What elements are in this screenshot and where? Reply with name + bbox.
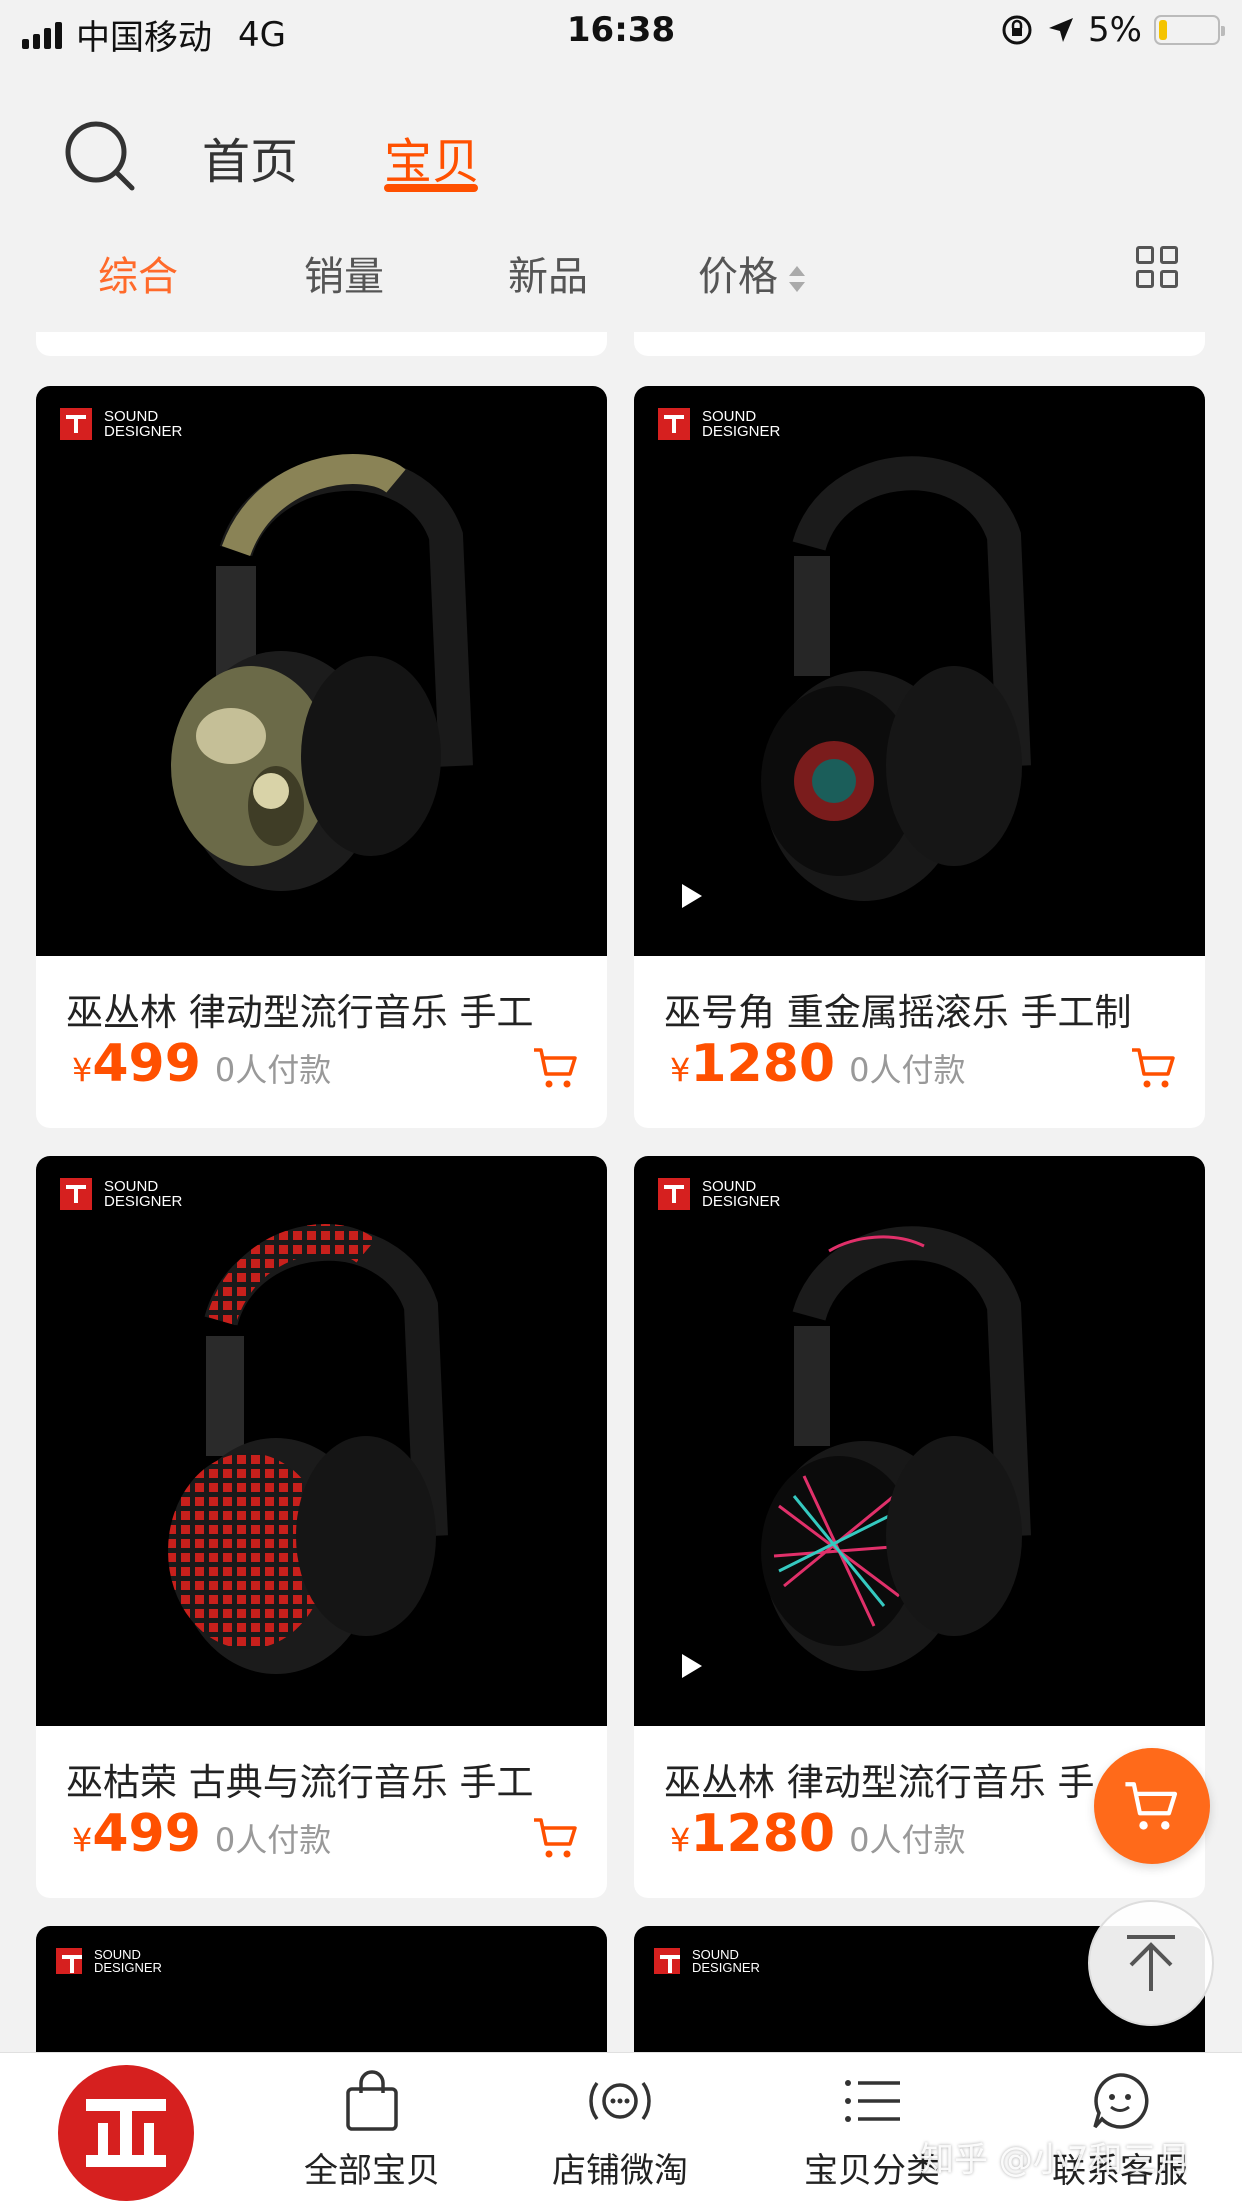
sort-price-label: 价格: [698, 254, 778, 300]
headphones-plaid-image: [168, 1224, 448, 1674]
status-bar: 中国移动 4G 16:38 5%: [0, 0, 1242, 62]
product-image[interactable]: SOUND DESIGNER: [36, 386, 607, 956]
floating-cart-button[interactable]: [1094, 1748, 1210, 1864]
chat-face-icon: [1093, 2073, 1149, 2129]
watermark: 知乎 @小7和三月: [920, 2140, 1191, 2180]
product-card[interactable]: SOUND DESIGNER 巫丛林 律动型流行音乐 手工 ¥499 0人付款: [36, 386, 607, 1128]
status-right: 5%: [1000, 10, 1225, 50]
tab-weitao[interactable]: 店铺微淘: [540, 2069, 700, 2192]
tab-items[interactable]: 宝贝: [384, 122, 480, 192]
product-price: ¥1280 0人付款: [670, 1804, 966, 1864]
product-image[interactable]: SOUND DESIGNER: [36, 1156, 607, 1726]
video-play-icon[interactable]: [682, 884, 702, 908]
location-icon: [1049, 18, 1074, 42]
tab-weitao-label: 店铺微淘: [552, 2151, 688, 2191]
tab-home[interactable]: 首页: [202, 122, 298, 192]
sort-comprehensive[interactable]: 综合: [98, 244, 178, 302]
product-image[interactable]: SOUND DESIGNER: [634, 386, 1205, 956]
paid-count: 0人付款: [849, 1821, 966, 1859]
add-to-cart-icon[interactable]: [532, 1044, 580, 1092]
brand-logo: SOUND DESIGNER: [60, 1178, 182, 1210]
product-price: ¥1280 0人付款: [670, 1034, 966, 1094]
add-to-cart-icon[interactable]: [1130, 1044, 1178, 1092]
paid-count: 0人付款: [214, 1051, 332, 1089]
brand-logo: SOUND DESIGNER: [56, 1948, 162, 1974]
store-logo[interactable]: [58, 2065, 194, 2201]
list-icon: [845, 2080, 900, 2122]
sort-sales[interactable]: 销量: [304, 244, 384, 302]
back-to-top-button[interactable]: [1088, 1900, 1214, 2026]
tab-all-items[interactable]: 全部宝贝: [292, 2069, 452, 2192]
previous-card-stub: [634, 332, 1205, 356]
add-to-cart-icon[interactable]: [532, 1814, 580, 1862]
product-card[interactable]: SOUND DESIGNER 巫枯荣 古典与流行音乐 手工 ¥499 0人付款: [36, 1156, 607, 1898]
grid-view-icon[interactable]: [1136, 246, 1180, 290]
headphones-neon-image: [761, 1226, 1031, 1671]
product-price: ¥499 0人付款: [72, 1804, 332, 1864]
battery-percent: 5%: [1088, 10, 1142, 50]
brand-logo: SOUND DESIGNER: [658, 408, 780, 440]
store-page: 中国移动 4G 16:38 5% 首页 宝贝 综合 销量 新品 价格 SOUND…: [0, 0, 1242, 2208]
shopping-bag-icon: [346, 2070, 398, 2131]
headphones-camo-image: [171, 454, 473, 891]
previous-card-stub: [36, 332, 607, 356]
bottom-tab-bar: 全部宝贝 店铺微淘 宝贝分类 联系客服: [0, 2052, 1242, 2208]
brand-logo: SOUND DESIGNER: [654, 1948, 760, 1974]
rotation-lock-icon: [1002, 15, 1032, 45]
sort-new[interactable]: 新品: [508, 244, 588, 302]
broadcast-icon: [589, 2081, 651, 2121]
store-logo-icon: [86, 2099, 166, 2167]
product-card[interactable]: SOUND DESIGNER 巫号角 重金属摇滚乐 手工制 ¥1280 0人付款: [634, 386, 1205, 1128]
sort-bar: 综合 销量 新品 价格: [0, 232, 1242, 312]
brand-logo: SOUND DESIGNER: [60, 408, 182, 440]
paid-count: 0人付款: [214, 1821, 332, 1859]
search-icon[interactable]: [62, 118, 138, 194]
tab-all-items-label: 全部宝贝: [304, 2151, 440, 2191]
product-image[interactable]: SOUND DESIGNER: [634, 1156, 1205, 1726]
brand-logo: SOUND DESIGNER: [658, 1178, 780, 1210]
arrow-up-icon: [1127, 1935, 1175, 1991]
sort-price[interactable]: 价格: [698, 244, 806, 302]
video-play-icon[interactable]: [682, 1654, 702, 1678]
cart-icon: [1125, 1782, 1178, 1830]
battery-icon: [1154, 15, 1225, 45]
headphones-horn-image: [761, 456, 1031, 901]
product-title[interactable]: 巫枯荣 古典与流行音乐 手工: [66, 1752, 586, 1806]
active-tab-indicator: [384, 184, 478, 192]
product-image[interactable]: SOUND DESIGNER: [36, 1926, 607, 2056]
top-nav: 首页 宝贝: [0, 100, 1242, 210]
paid-count: 0人付款: [849, 1051, 966, 1089]
sort-arrows-icon: [788, 266, 806, 292]
product-price: ¥499 0人付款: [72, 1034, 332, 1094]
product-title[interactable]: 巫丛林 律动型流行音乐 手工: [66, 982, 586, 1036]
product-title[interactable]: 巫号角 重金属摇滚乐 手工制: [664, 982, 1184, 1036]
product-card-partial[interactable]: SOUND DESIGNER: [36, 1926, 607, 2056]
